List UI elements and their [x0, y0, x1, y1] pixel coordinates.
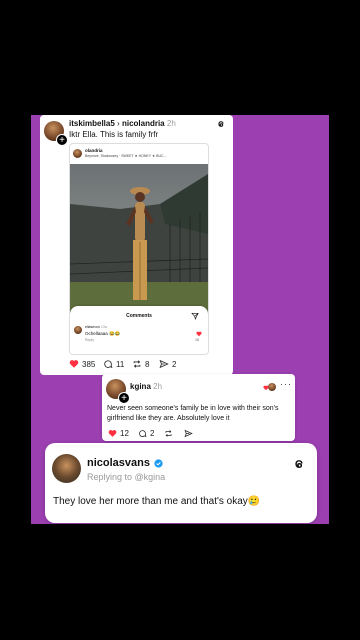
comments-sheet[interactable]: Comments ellasevon 10w Ochellaaaa 😂😂 Rep… [70, 306, 208, 354]
thread-post-card[interactable]: + itskimbella5 › nicolandria 2h Iktr Ell… [40, 115, 233, 375]
post-photo [70, 164, 208, 314]
comment-count: 11 [116, 359, 125, 369]
reply-to-username[interactable]: nicolandria [122, 119, 165, 128]
thread-post-card[interactable]: + kgina 2h ··· Never seen someone's fami… [102, 374, 295, 441]
username[interactable]: nicolasvans [87, 457, 150, 469]
comment-button[interactable]: 2 [138, 429, 154, 438]
threads-logo-icon [218, 121, 224, 127]
username[interactable]: kgina [130, 382, 151, 391]
heart-filled-icon [108, 430, 117, 437]
repost-button[interactable] [164, 429, 173, 438]
comment-time: 10w [100, 325, 108, 329]
repost-icon [133, 360, 141, 368]
post-header: kgina 2h [130, 382, 162, 391]
embedded-avatar [73, 149, 82, 158]
comment-icon [104, 360, 113, 369]
username[interactable]: itskimbella5 [69, 119, 115, 128]
more-options-icon[interactable]: ··· [280, 379, 292, 389]
post-text: Iktr Ella. This is family frfr [69, 130, 159, 139]
repost-button[interactable]: 8 [132, 359, 149, 369]
share-button[interactable] [184, 429, 193, 438]
timestamp: 2h [153, 382, 163, 391]
timestamp: 2h [166, 119, 176, 128]
repost-icon [165, 430, 172, 437]
liked-by-heart-icon [263, 385, 269, 391]
like-count: 385 [82, 359, 96, 369]
share-count: 2 [172, 359, 177, 369]
like-button[interactable]: 385 [69, 359, 95, 369]
follow-plus-icon[interactable]: + [118, 392, 130, 404]
post-text: They love her more than me and that's ok… [53, 496, 261, 507]
reply-card[interactable]: nicolasvans Replying to @kgina They love… [45, 443, 317, 523]
send-icon[interactable] [191, 312, 199, 320]
embedded-post[interactable]: olandria Beyoncé, Shaboozey · SWEET ★ HO… [69, 143, 209, 355]
verified-badge-icon [154, 458, 163, 468]
comment-count: 2 [150, 429, 155, 438]
replying-to-label: Replying to @kgina [87, 472, 166, 482]
comments-title: Comments [126, 313, 152, 319]
comment-heart-icon[interactable] [196, 331, 202, 337]
liked-by-avatar [268, 383, 276, 391]
share-icon [184, 429, 193, 438]
embedded-username: olandria [85, 148, 103, 153]
reply-arrow-icon: › [117, 119, 120, 128]
comment-button[interactable]: 11 [103, 359, 124, 369]
repost-count: 8 [145, 359, 150, 369]
comment-meta: ellasevon 10w [85, 325, 107, 329]
comment-like-count: 18 [195, 338, 199, 342]
comment-text: Ochellaaaa 😂😂 [85, 331, 121, 336]
like-count: 12 [120, 429, 129, 438]
share-button[interactable]: 2 [159, 359, 176, 369]
comment-username: ellasevon [85, 325, 100, 329]
follow-plus-icon[interactable]: + [56, 134, 68, 146]
comment-icon [139, 430, 147, 438]
share-icon [159, 359, 169, 369]
post-header: itskimbella5 › nicolandria 2h [69, 119, 176, 128]
song-label: Beyoncé, Shaboozey · SWEET ★ HONEY ★ BUC… [85, 154, 167, 158]
post-header: nicolasvans [87, 457, 163, 469]
post-text: Never seen someone's family be in love w… [107, 405, 279, 422]
avatar[interactable] [52, 454, 81, 483]
heart-filled-icon [69, 360, 79, 368]
comment-avatar [74, 326, 82, 334]
like-button[interactable]: 12 [108, 429, 129, 438]
comment-reply[interactable]: Reply [85, 338, 94, 342]
threads-logo-icon [295, 460, 303, 468]
